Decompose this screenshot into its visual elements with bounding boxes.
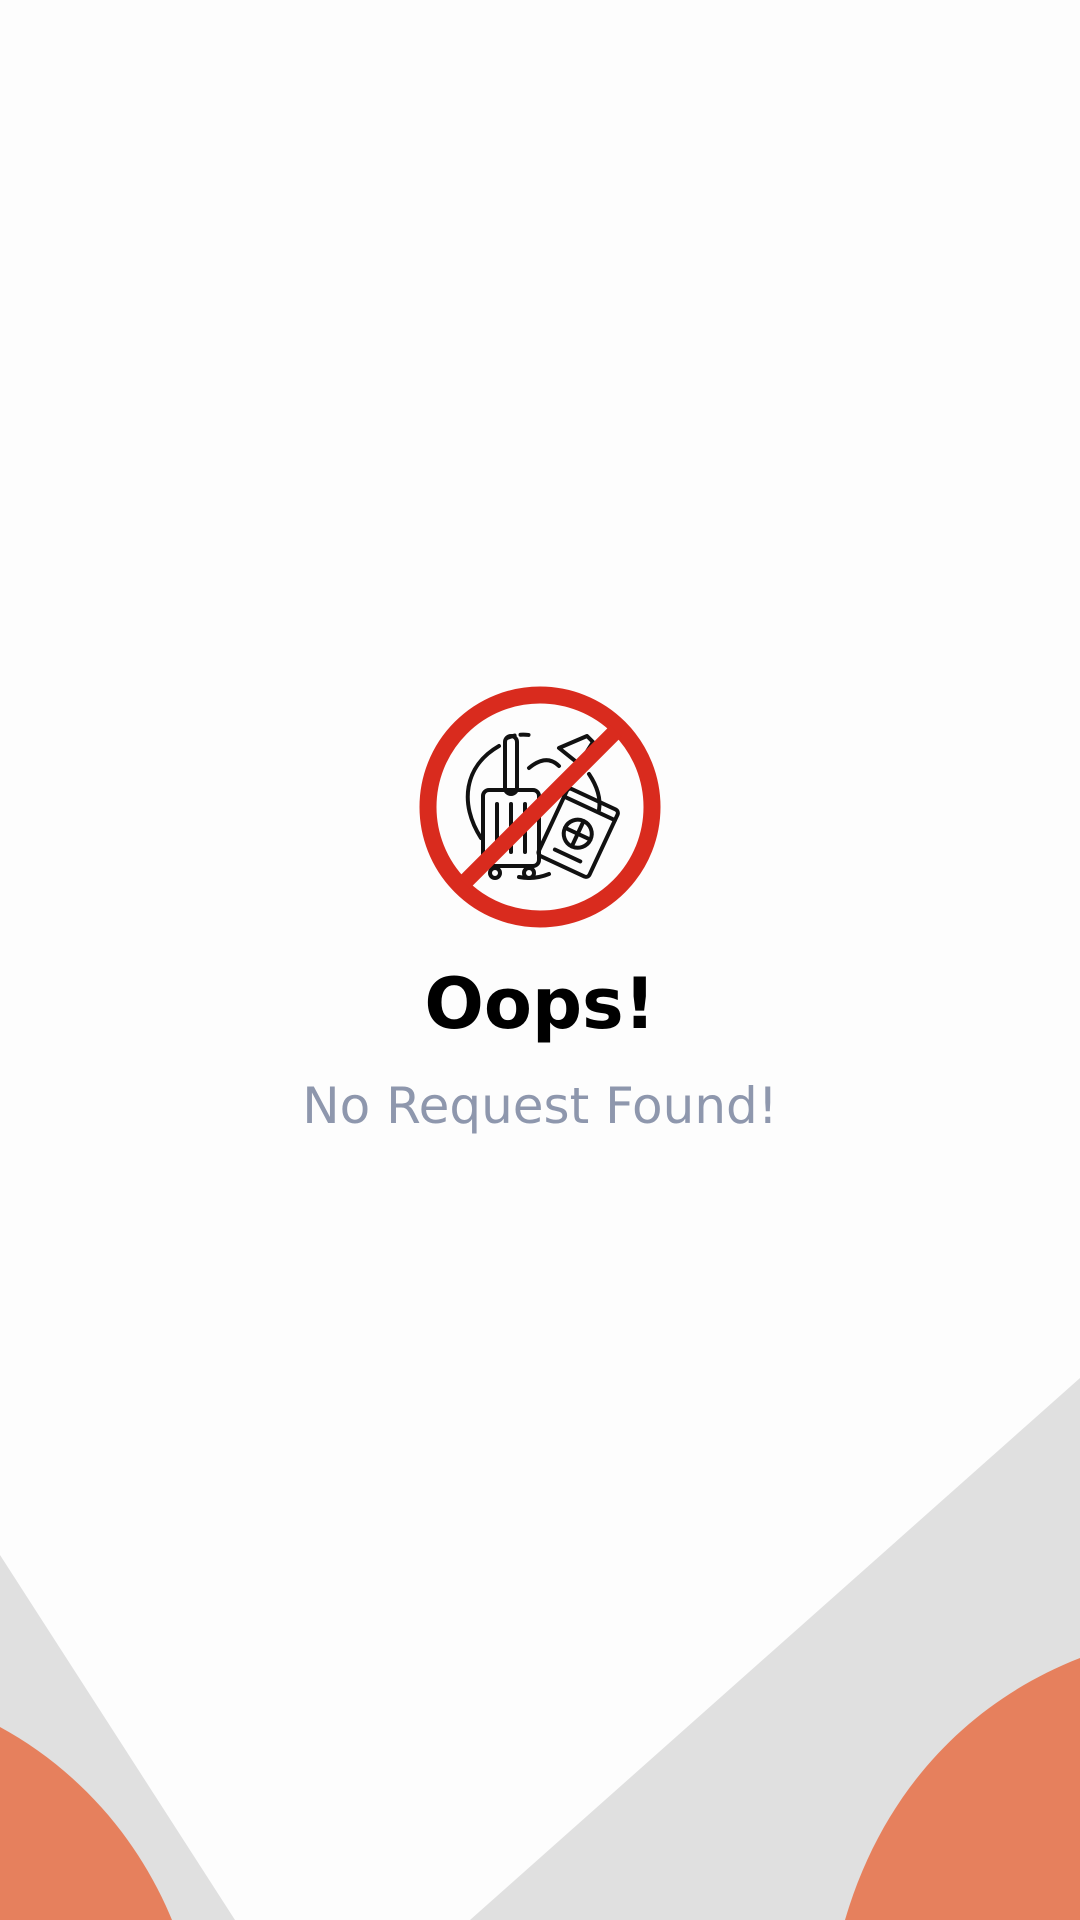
no-travel-icon xyxy=(419,686,661,928)
empty-message: No Request Found! xyxy=(302,1077,778,1135)
empty-title: Oops! xyxy=(424,963,656,1045)
empty-state: Oops! No Request Found! xyxy=(0,686,1080,1138)
